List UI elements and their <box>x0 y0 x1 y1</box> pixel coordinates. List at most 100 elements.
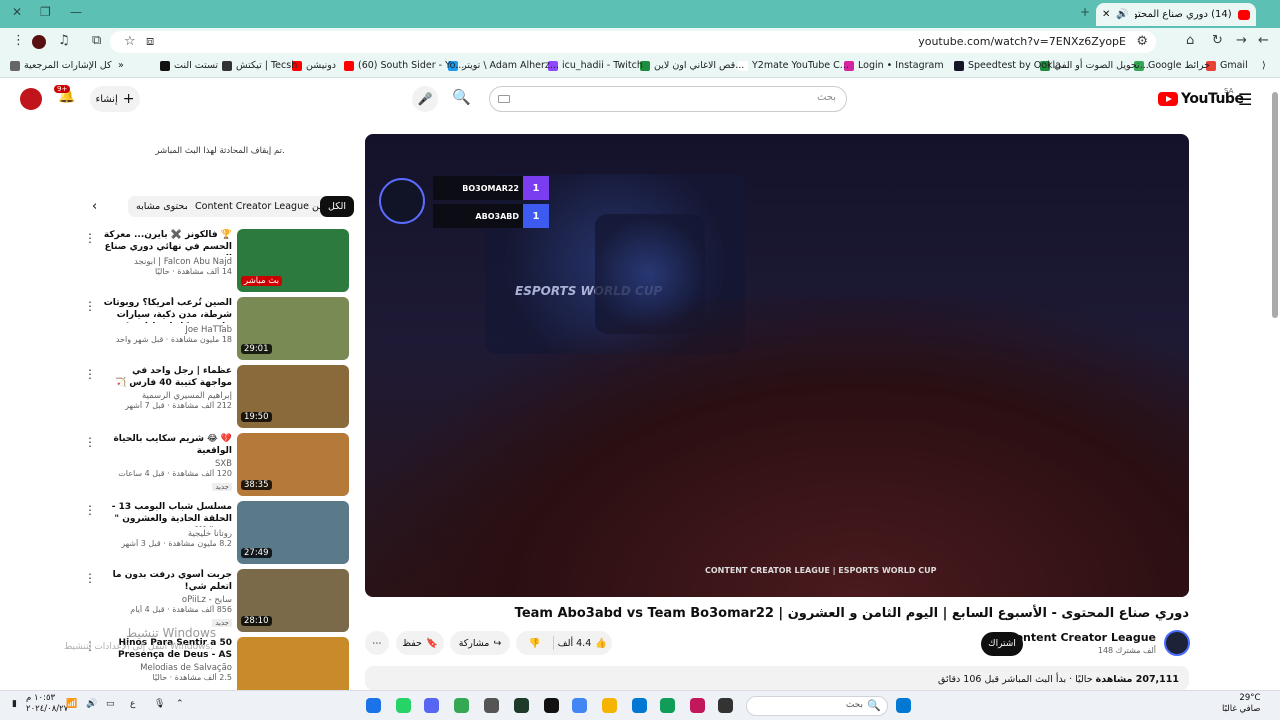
address-bar[interactable]: ☆ ⧈ youtube.com/watch?v=7ENXz6ZyopE ⚙ <box>110 31 1156 53</box>
bookmark-item[interactable]: Speedtest by Ookla... <box>954 60 1070 71</box>
recommendation-item[interactable]: 28:10 جربت أسوي درفت بدون ما اتعلم شي! ساي… <box>84 569 350 633</box>
taskbar-settings-icon[interactable] <box>484 698 499 713</box>
page-scrollbar[interactable] <box>1271 80 1279 688</box>
taskbar-weather[interactable]: 29°C صافي غالبًا <box>1222 693 1260 715</box>
home-icon[interactable]: ⌂ <box>1186 33 1194 48</box>
like-icon[interactable]: 👍 <box>595 638 607 649</box>
bookmark-item[interactable]: (60) South Sider - Yo... <box>344 60 464 71</box>
scrollbar-thumb[interactable] <box>1272 92 1278 318</box>
recommendation-title[interactable]: 🏆 فالكونز ✖️ بايرن... معركة الحسم في نها… <box>100 229 232 255</box>
taskbar-discord-icon[interactable] <box>424 698 439 713</box>
voice-search-icon[interactable]: 🎤 <box>412 86 438 112</box>
video-player[interactable]: ESPORTS WORLD CUP BO3OMAR22 1 ABO3ABD 1 … <box>365 134 1189 597</box>
tab-close-icon[interactable]: ✕ <box>1102 9 1110 20</box>
recommendation-channel[interactable]: روتانا خليجية <box>100 529 232 539</box>
subscribe-button[interactable]: اشتراك <box>981 632 1023 656</box>
chips-next-chevron-icon[interactable]: ‹ <box>92 199 97 214</box>
taskbar-edge-icon[interactable] <box>660 698 675 713</box>
bookmark-item[interactable]: دونيشن <box>292 60 336 71</box>
bookmark-star-icon[interactable]: ☆ <box>124 34 136 49</box>
share-button[interactable]: ↪ مشاركة <box>450 631 510 655</box>
tray-overflow-icon[interactable]: ⌃ <box>176 699 184 709</box>
tray-language[interactable]: ع <box>130 699 135 709</box>
recommendation-channel[interactable]: سايح - oPiiLz <box>100 595 232 605</box>
recommendation-item[interactable]: 38:35 💔 😂 شريم سكايب بالحياة الواقعية SXB 1… <box>84 433 350 497</box>
tray-mic-icon[interactable]: 🎙 <box>154 699 165 709</box>
reload-icon[interactable]: ↻ <box>1212 33 1223 48</box>
taskbar-chrome-icon[interactable] <box>366 698 381 713</box>
channel-info[interactable]: Content Creator League 148 ألف مشترك <box>1000 630 1190 658</box>
bookmark-item[interactable]: Gmail <box>1206 60 1248 71</box>
recommendation-item[interactable]: 29:01 الصين تُرعب أمريكا؟ روبوتات شرطة، م… <box>84 297 350 361</box>
taskbar-explorer-icon[interactable] <box>602 698 617 713</box>
tray-wifi-icon[interactable]: 📶 <box>66 699 77 709</box>
taskbar-task-view-icon[interactable] <box>718 698 733 713</box>
recommendation-more-icon[interactable]: ⋮ <box>84 231 96 245</box>
recommendation-title[interactable]: مسلسل شباب البومب 13 - الحلقة الحادية وا… <box>100 501 232 527</box>
active-tab[interactable]: (14) دوري صناع المحتوى - الأ... 🔊 ✕ <box>1096 3 1256 26</box>
recommendation-more-icon[interactable]: ⋮ <box>84 435 96 449</box>
recommendation-more-icon[interactable]: ⋮ <box>84 571 96 585</box>
recommendation-channel[interactable]: Falcon Abu Najd | ابونجد <box>100 257 232 267</box>
browser-menu-icon[interactable]: ⋮ <box>12 33 25 48</box>
recommendation-title[interactable]: جربت أسوي درفت بدون ما اتعلم شي! <box>100 569 232 593</box>
recommendation-channel[interactable]: Melodias de Salvação <box>100 663 232 673</box>
back-icon[interactable]: ← <box>1258 33 1269 48</box>
dislike-icon[interactable]: 👎 <box>521 638 549 649</box>
tray-battery-icon[interactable]: ▭ <box>106 699 115 709</box>
forward-icon[interactable]: → <box>1236 33 1247 48</box>
chip-from-channel[interactable]: Content Creator League من <box>187 196 333 217</box>
tray-notification-icon[interactable]: ▮ <box>12 699 17 709</box>
new-tab-icon[interactable]: + <box>1080 5 1090 19</box>
keyboard-icon[interactable] <box>498 95 510 103</box>
bookmark-item[interactable]: قص الاغاني اون لاين... <box>640 60 744 71</box>
more-actions-button[interactable]: ⋯ <box>365 631 389 655</box>
profile-icon[interactable] <box>32 35 46 49</box>
like-count[interactable]: 4.4 ألف <box>558 638 592 649</box>
bookmark-item[interactable]: تيكتش | Tecsh <box>222 60 297 71</box>
save-button[interactable]: 🔖 حفظ <box>396 631 444 655</box>
recommendation-channel[interactable]: Joe HaTTab <box>100 325 232 335</box>
recommendation-title[interactable]: 💔 😂 شريم سكايب بالحياة الواقعية <box>100 433 232 457</box>
bookmarks-more-icon[interactable]: » <box>118 60 124 71</box>
recommendation-item[interactable]: بث مباشر 🏆 فالكونز ✖️ بايرن... معركة الحس… <box>84 229 350 293</box>
bookmark-item[interactable]: تويتر \ Adam Alherz... <box>448 60 559 71</box>
close-window-icon[interactable]: ✕ <box>12 5 22 19</box>
recommendation-channel[interactable]: إبراهيم المسيري الرسمية <box>100 391 232 401</box>
taskbar-whatsapp-icon[interactable] <box>396 698 411 713</box>
start-menu-icon[interactable] <box>896 698 911 713</box>
chip-all[interactable]: الكل <box>320 196 354 217</box>
recommendation-channel[interactable]: SXB <box>100 459 232 469</box>
taskbar-terminal-icon[interactable] <box>514 698 529 713</box>
tab-audio-icon[interactable]: 🔊 <box>1116 9 1128 20</box>
recommendation-more-icon[interactable]: ⋮ <box>84 299 96 313</box>
tray-volume-icon[interactable]: 🔊 <box>86 699 97 709</box>
recommendation-more-icon[interactable]: ⋮ <box>84 503 96 517</box>
taskbar-clock[interactable]: ١٠:٥٣ م ٢٠٢٤/٠٨/٢٧ <box>26 693 68 715</box>
channel-avatar[interactable] <box>1164 630 1190 656</box>
recommendation-item[interactable]: 19:50 عظماء | رجل واحد في مواجهة كتيبة 40… <box>84 365 350 429</box>
taskbar-copilot-icon[interactable] <box>690 698 705 713</box>
recommendation-title[interactable]: الصين تُرعب أمريكا؟ روبوتات شرطة، مدن ذك… <box>100 297 232 323</box>
recommendation-item[interactable]: 27:49 مسلسل شباب البومب 13 - الحلقة الحاد… <box>84 501 350 565</box>
description-box[interactable]: 207,111 مشاهدة حاليًا · بدأ البث المباشر… <box>365 666 1189 690</box>
bookmark-item[interactable]: Login • Instagram <box>844 60 944 71</box>
restore-window-icon[interactable]: ❐ <box>40 5 51 19</box>
search-input[interactable]: بحث <box>489 86 847 112</box>
extensions-icon[interactable]: ⧉ <box>92 33 101 48</box>
account-avatar[interactable] <box>20 88 42 110</box>
search-icon[interactable]: 🔍 <box>452 88 471 106</box>
create-button[interactable]: + إنشاء <box>90 86 140 112</box>
install-app-icon[interactable]: ⧈ <box>146 34 154 49</box>
taskbar-store-icon[interactable] <box>632 698 647 713</box>
media-control-icon[interactable]: ♫ <box>58 33 70 48</box>
bookmark-item[interactable]: تستت النت <box>160 60 218 71</box>
taskbar-obs-icon[interactable] <box>544 698 559 713</box>
channel-name[interactable]: Content Creator League <box>1007 631 1156 644</box>
youtube-logo[interactable]: YouTube SA <box>1158 87 1244 107</box>
taskbar-chrome-profile-icon[interactable] <box>454 698 469 713</box>
bookmark-item[interactable]: icu_hadii - Twitch <box>548 60 643 71</box>
bookmark-item[interactable]: Y2mate YouTube C... <box>738 60 849 71</box>
bookmarks-overflow-icon[interactable]: ⟩ <box>1262 60 1266 71</box>
minimize-window-icon[interactable]: — <box>70 5 82 19</box>
